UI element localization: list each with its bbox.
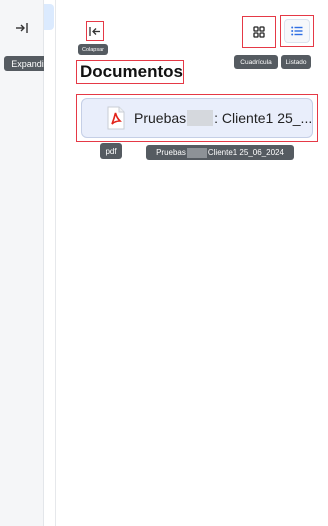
panel-tab[interactable] [44, 4, 54, 30]
file-full-name-prefix: Pruebas [156, 148, 186, 157]
grid-view-tooltip: Cuadrícula [234, 55, 278, 69]
pdf-file-icon [106, 106, 126, 130]
list-view-button[interactable] [280, 15, 314, 47]
redacted-text [187, 110, 214, 126]
redacted-text [186, 147, 207, 158]
file-name: Pruebas : Cliente1 25_... [134, 110, 312, 126]
file-name-tooltip: Pruebas Cliente1 25_06_2024 [146, 145, 294, 160]
grid-view-button[interactable] [242, 16, 276, 48]
file-type-tooltip: pdf [100, 143, 122, 159]
list-icon [291, 26, 303, 36]
expand-button[interactable] [10, 16, 34, 40]
file-name-prefix: Pruebas [134, 110, 187, 126]
collapse-icon [89, 26, 100, 36]
file-card[interactable]: Pruebas : Cliente1 25_... [81, 98, 313, 138]
collapse-tooltip: Colapsar [78, 44, 108, 55]
page-title: Documentos [76, 60, 184, 84]
list-view-tooltip: Listado [281, 55, 311, 69]
expand-icon [16, 23, 28, 33]
documents-panel: Colapsar Documentos Cuadrícula Listado P… [56, 0, 328, 526]
file-full-name-suffix: Cliente1 25_06_2024 [207, 148, 284, 157]
list-view-active-indicator [284, 19, 310, 43]
collapsed-panel-strip [44, 0, 56, 526]
collapse-button[interactable] [86, 21, 104, 41]
left-rail [0, 0, 44, 526]
file-name-suffix: : Cliente1 25_... [214, 110, 313, 126]
grid-icon [253, 26, 265, 38]
